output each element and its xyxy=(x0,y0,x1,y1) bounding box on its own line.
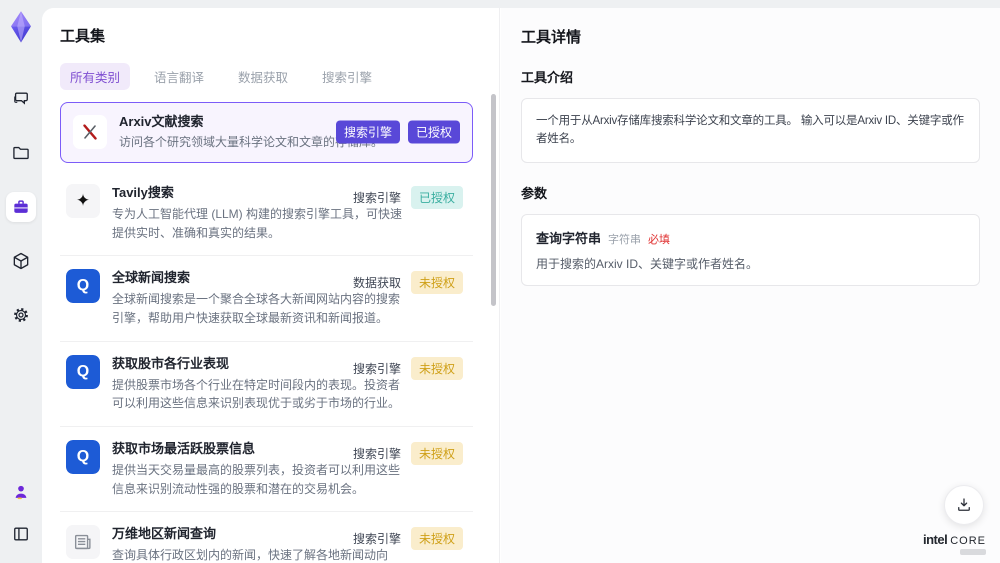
arxiv-logo-icon xyxy=(83,124,97,140)
tool-list-item[interactable]: Q 获取股市各行业表现 提供股票市场各个行业在特定时间段内的表现。投资者可以利用… xyxy=(60,342,473,427)
q-news-logo-icon: Q xyxy=(66,439,100,474)
category-tab-1[interactable]: 语言翻译 xyxy=(144,63,214,90)
tool-icon: Q xyxy=(66,354,100,389)
collapse-panel-icon[interactable] xyxy=(6,519,36,549)
tool-list-item[interactable]: Q 全球新闻搜索 全球新闻搜索是一个聚合全球各大新闻网站内容的搜索引擎，帮助用户… xyxy=(60,256,473,342)
tool-list: Arxiv文献搜索 访问各个研究领域大量科学论文和文章的存储库。 搜索引擎 已授… xyxy=(60,102,473,563)
tool-category-badge: 数据获取 xyxy=(352,276,401,291)
user-avatar-icon[interactable] xyxy=(6,477,36,507)
tool-list-item[interactable]: Q 获取市场最活跃股票信息 提供当天交易量最高的股票列表，投资者可以利用这些信息… xyxy=(60,427,473,513)
category-tab-0[interactable]: 所有类别 xyxy=(60,63,131,90)
tool-icon: Q xyxy=(66,439,100,474)
settings-gear-icon[interactable] xyxy=(6,300,36,330)
list-scrollbar-thumb[interactable] xyxy=(491,94,496,306)
intel-core-sub-badge xyxy=(960,549,986,555)
param-required-flag: 必填 xyxy=(648,233,671,246)
tool-auth-badge: 未授权 xyxy=(410,527,463,551)
tool-icon: Q xyxy=(66,269,100,304)
tool-icon xyxy=(73,115,107,150)
category-tab-2[interactable]: 数据获取 xyxy=(228,63,298,90)
q-news-logo-icon: Q xyxy=(66,269,100,304)
params-heading: 参数 xyxy=(521,185,548,201)
tool-category-badge: 搜索引擎 xyxy=(335,120,400,144)
page-title: 工具集 xyxy=(60,28,106,45)
tavily-logo-icon: ✦ xyxy=(75,191,91,211)
category-tab-3[interactable]: 搜索引擎 xyxy=(312,63,382,90)
tool-auth-badge: 未授权 xyxy=(410,271,463,295)
q-news-logo-icon: Q xyxy=(66,354,100,389)
param-type: 字符串 xyxy=(608,233,642,246)
intro-box: 一个用于从Arxiv存储库搜索科学论文和文章的工具。 输入可以是Arxiv ID… xyxy=(521,98,980,163)
tool-description: 专为人工智能代理 (LLM) 构建的搜索引擎工具，可快速提供实时、准确和真实的结… xyxy=(112,206,403,240)
intel-wordmark: intel xyxy=(922,532,948,547)
category-tabs: 所有类别 语言翻译 数据获取 搜索引擎 xyxy=(60,63,473,90)
chat-icon[interactable] xyxy=(6,84,36,114)
app-rail xyxy=(0,0,42,563)
tool-list-panel: 工具集 所有类别 语言翻译 数据获取 搜索引擎 Arxiv文献搜索 访问各个研究… xyxy=(42,8,500,563)
folder-icon[interactable] xyxy=(6,138,36,168)
core-wordmark: CORE xyxy=(950,535,986,547)
tool-description: 提供当天交易量最高的股票列表，投资者可以利用这些信息来识别流动性强的股票和潜在的… xyxy=(112,463,401,496)
tool-list-item[interactable]: 万维地区新闻查询 查询具体行政区划内的新闻，快速了解各地新闻动向 搜索引擎 未授… xyxy=(60,512,473,563)
tool-description: 全球新闻搜索是一个聚合全球各大新闻网站内容的搜索引擎，帮助用户快速获取全球最新资… xyxy=(112,292,401,325)
tool-auth-badge: 已授权 xyxy=(407,120,460,144)
param-name: 查询字符串 xyxy=(536,230,602,246)
tool-category-badge: 搜索引擎 xyxy=(352,190,401,205)
tool-icon: ✦ xyxy=(66,183,100,218)
download-button[interactable] xyxy=(944,485,984,525)
tool-auth-badge: 未授权 xyxy=(410,356,463,380)
cube-icon[interactable] xyxy=(6,246,36,276)
intro-text: 一个用于从Arxiv存储库搜索科学论文和文章的工具。 输入可以是Arxiv ID… xyxy=(536,115,964,146)
tool-category-badge: 搜索引擎 xyxy=(352,532,401,547)
tool-auth-badge: 已授权 xyxy=(410,185,463,209)
tool-category-badge: 搜索引擎 xyxy=(352,446,401,461)
details-title: 工具详情 xyxy=(521,29,582,46)
main-card: 工具集 所有类别 语言翻译 数据获取 搜索引擎 Arxiv文献搜索 访问各个研究… xyxy=(42,8,1000,563)
app-logo-icon xyxy=(6,10,36,44)
param-box: 查询字符串 字符串 必填 用于搜索的Arxiv ID、关键字或作者姓名。 xyxy=(521,213,980,286)
tool-details-panel: 工具详情 工具介绍 一个用于从Arxiv存储库搜索科学论文和文章的工具。 输入可… xyxy=(501,8,1000,563)
tool-list-item[interactable]: Arxiv文献搜索 访问各个研究领域大量科学论文和文章的存储库。 搜索引擎 已授… xyxy=(60,102,473,163)
toolbox-icon[interactable] xyxy=(6,192,36,222)
list-scrollbar-track[interactable] xyxy=(491,88,496,553)
download-icon xyxy=(958,498,970,511)
tool-list-item[interactable]: ✦ Tavily搜索 专为人工智能代理 (LLM) 构建的搜索引擎工具，可快速提… xyxy=(60,171,473,257)
tool-category-badge: 搜索引擎 xyxy=(352,361,401,376)
tool-icon xyxy=(66,525,100,560)
tool-auth-badge: 未授权 xyxy=(410,441,463,465)
intel-core-logo: intel CORE xyxy=(923,532,986,555)
newspaper-logo-icon xyxy=(74,535,91,550)
intro-heading: 工具介绍 xyxy=(521,70,574,85)
tool-description: 提供股票市场各个行业在特定时间段内的表现。投资者可以利用这些信息来识别表现优于或… xyxy=(112,377,401,411)
param-description: 用于搜索的Arxiv ID、关键字或作者姓名。 xyxy=(536,256,759,271)
